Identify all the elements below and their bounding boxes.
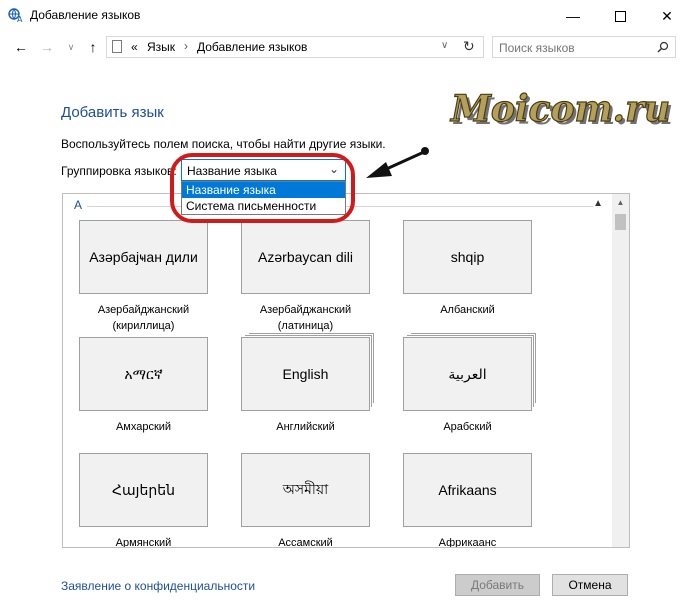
- language-tile-native: Afrikaans: [403, 453, 532, 527]
- back-button[interactable]: ←: [12, 38, 30, 56]
- language-tile[interactable]: Azərbaycan dili Азербайджанский (латиниц…: [241, 220, 370, 334]
- watermark-text: Moicom.ru: [449, 88, 670, 130]
- language-tile-name: Английский: [276, 421, 335, 433]
- grouping-label: Группировка языков:: [61, 164, 177, 178]
- chevron-down-icon: ∨: [67, 41, 75, 52]
- language-tile-name: Албанский: [440, 304, 495, 316]
- breadcrumb-separator: ›: [184, 39, 188, 53]
- refresh-icon[interactable]: ↻: [463, 38, 475, 55]
- language-tile-native: English: [241, 337, 370, 411]
- site-watermark-logo: Moicom.ru Moicom.ru: [448, 87, 673, 133]
- maximize-icon: [614, 10, 626, 22]
- up-button[interactable]: ↑: [84, 38, 102, 56]
- forward-arrow-icon: →: [40, 39, 54, 55]
- breadcrumb-prefix: «: [131, 40, 138, 54]
- up-arrow-icon: ↑: [89, 39, 97, 55]
- instruction-text: Воспользуйтесь полем поиска, чтобы найти…: [61, 137, 386, 151]
- language-tile-name: Ассамский: [278, 537, 333, 548]
- add-button[interactable]: Добавить: [455, 574, 540, 596]
- search-icon: [657, 41, 669, 53]
- breadcrumb-item-language[interactable]: Язык: [147, 40, 175, 54]
- language-tile-native: العربية: [403, 337, 532, 411]
- language-tile-native: অসমীয়া: [241, 453, 370, 527]
- language-app-icon: A: [8, 8, 23, 23]
- language-tile-native: Azərbaycan dili: [241, 220, 370, 294]
- language-tile-native: Հայերեն: [79, 453, 208, 527]
- language-tile[interactable]: አማርኛ Амхарский: [79, 337, 208, 435]
- language-tile[interactable]: Afrikaans Африкаанс: [403, 453, 532, 548]
- annotation-highlight-ellipse: [170, 153, 355, 223]
- minimize-button[interactable]: —: [550, 0, 596, 32]
- language-grid-panel: A ▲ ▲ Азәрбајҹан дили Азербайджанский (к…: [62, 193, 630, 548]
- language-tile[interactable]: Հայերեն Армянский: [79, 453, 208, 548]
- language-tile-native: አማርኛ: [79, 337, 208, 411]
- language-tile-name: Армянский: [115, 537, 172, 548]
- cancel-button[interactable]: Отмена: [552, 574, 628, 596]
- scroll-thumb[interactable]: [615, 214, 626, 230]
- forward-button[interactable]: →: [38, 38, 56, 56]
- language-tile[interactable]: Азәрбајҹан дили Азербайджанский (кирилли…: [79, 220, 208, 334]
- language-tile-native: shqip: [403, 220, 532, 294]
- page-title: Добавить язык: [61, 104, 164, 121]
- language-tile[interactable]: অসমীয়া Ассамский: [241, 453, 370, 548]
- svg-text:A: A: [17, 15, 23, 23]
- maximize-button[interactable]: [597, 0, 643, 32]
- language-tile-name: Азербайджанский (латиница): [259, 304, 352, 332]
- language-tile-name: Амхарский: [115, 421, 172, 433]
- vertical-scrollbar[interactable]: ▲: [612, 194, 629, 547]
- chevron-up-icon[interactable]: ▲: [593, 198, 603, 209]
- search-input[interactable]: [497, 38, 651, 58]
- language-tile-name: Азербайджанский (кириллица): [97, 304, 190, 332]
- close-icon: ✕: [661, 7, 673, 24]
- address-bar[interactable]: « Язык › Добавление языков ∨ ↻: [106, 36, 484, 58]
- scroll-up-icon[interactable]: ▲: [612, 194, 629, 211]
- minimize-icon: —: [566, 8, 580, 24]
- close-button[interactable]: ✕: [644, 0, 690, 32]
- folder-icon: [112, 40, 122, 53]
- section-letter: A: [74, 198, 83, 212]
- privacy-statement-link[interactable]: Заявление о конфиденциальности: [61, 579, 255, 593]
- back-arrow-icon: ←: [14, 39, 28, 55]
- language-tile[interactable]: العربية Арабский: [403, 337, 532, 435]
- search-field[interactable]: [492, 36, 676, 58]
- language-tile[interactable]: shqip Албанский: [403, 220, 532, 318]
- annotation-arrow-icon: [366, 147, 429, 178]
- language-tile[interactable]: English Английский: [241, 337, 370, 435]
- window-title: Добавление языков: [30, 8, 141, 22]
- address-dropdown-icon[interactable]: ∨: [441, 40, 448, 51]
- language-tile-name: Африкаанс: [438, 537, 497, 548]
- language-tile-name: Арабский: [443, 421, 492, 433]
- breadcrumb-item-add-languages[interactable]: Добавление языков: [197, 40, 307, 54]
- recent-locations-button[interactable]: ∨: [62, 38, 80, 56]
- language-tile-native: Азәрбајҹан дили: [79, 220, 208, 294]
